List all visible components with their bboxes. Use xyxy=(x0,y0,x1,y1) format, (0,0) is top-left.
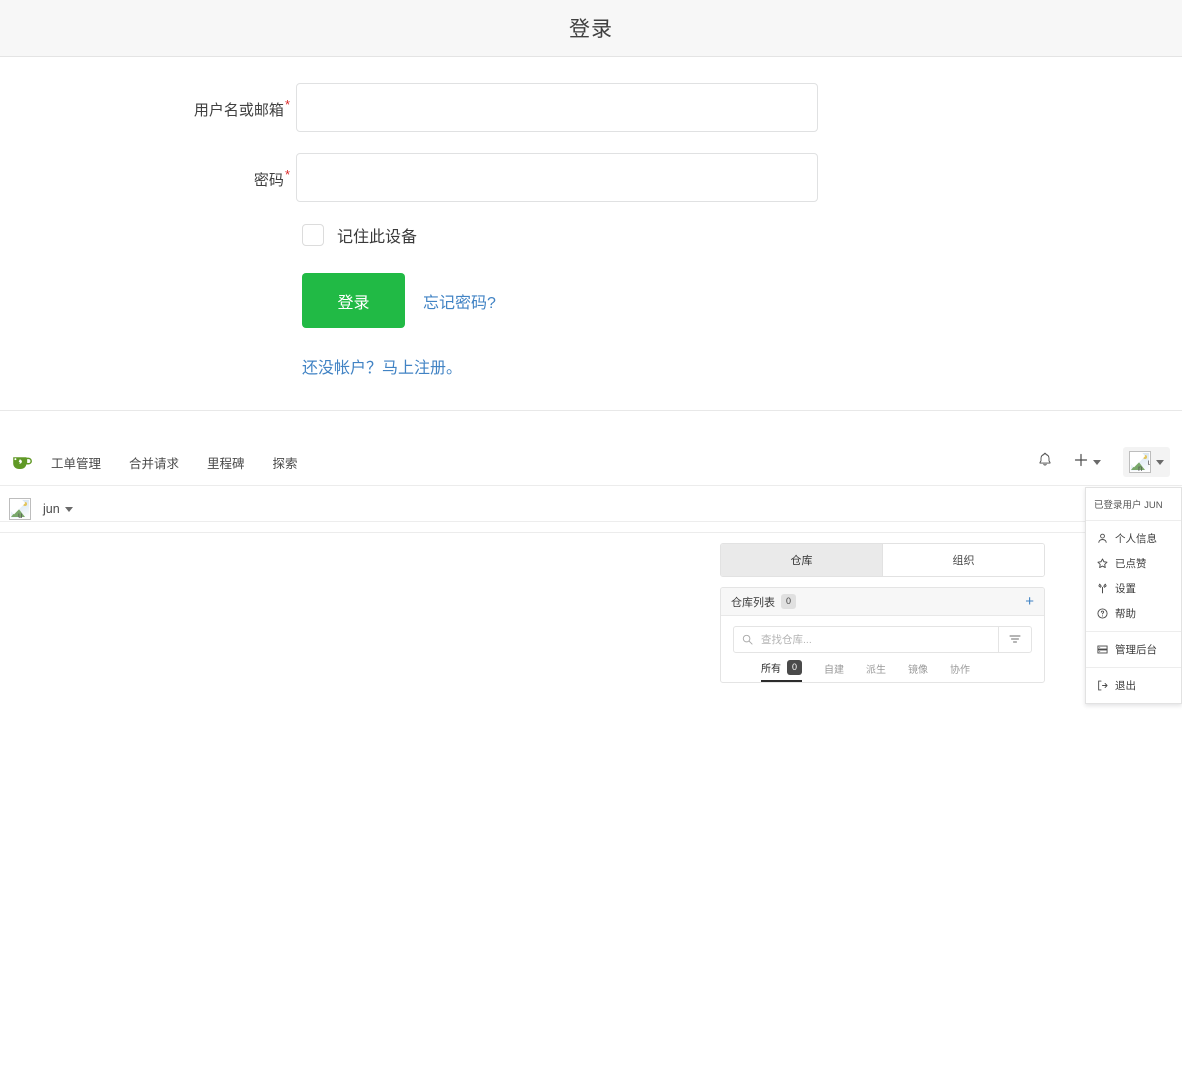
login-actions-row: 登录 忘记密码? xyxy=(302,273,1182,328)
search-icon xyxy=(742,634,753,645)
signup-link[interactable]: 还没帐户？马上注册。 xyxy=(302,360,462,377)
chevron-down-icon xyxy=(1093,460,1101,465)
remember-device-row: 记住此设备 xyxy=(302,223,1182,247)
username-field-wrap xyxy=(296,83,818,132)
repository-panel: 仓库 组织 仓库列表 0 + xyxy=(720,543,1045,683)
navbar-right-actions: u n xyxy=(1038,447,1170,477)
avatar-alt-bottom: u xyxy=(18,512,22,520)
tab-organizations[interactable]: 组织 xyxy=(882,544,1044,576)
repository-panel-tabs: 仓库 组织 xyxy=(720,543,1045,577)
bell-icon xyxy=(1038,452,1052,472)
menu-item-profile[interactable]: 个人信息 xyxy=(1086,526,1181,551)
filter-tab-count: 0 xyxy=(787,660,802,675)
filter-icon xyxy=(1009,631,1021,649)
username-input[interactable] xyxy=(296,83,818,132)
navbar-menu: 工单管理 合并请求 里程碑 探索 xyxy=(51,453,298,472)
repository-count-badge: 0 xyxy=(781,594,796,609)
nav-item-pulls[interactable]: 合并请求 xyxy=(129,453,179,472)
username-label: 用户名或邮箱* xyxy=(0,83,296,133)
gitea-app-shell: 工单管理 合并请求 里程碑 探索 xyxy=(0,439,1182,533)
user-menu-group-primary: 个人信息 已点赞 xyxy=(1086,521,1181,632)
login-card-header: 登录 xyxy=(0,0,1182,57)
password-label: 密码* xyxy=(0,153,296,203)
user-dropdown-menu: 已登录用户 JUN 个人信息 xyxy=(1085,487,1182,704)
menu-item-admin[interactable]: 管理后台 xyxy=(1086,637,1181,662)
server-icon xyxy=(1095,644,1109,655)
filter-tab-collaborative[interactable]: 协作 xyxy=(950,661,970,681)
nav-item-explore[interactable]: 探索 xyxy=(273,453,298,472)
menu-item-label: 管理后台 xyxy=(1115,642,1157,657)
create-new-button[interactable] xyxy=(1074,453,1101,472)
login-form: 用户名或邮箱* 密码* 记住此设备 登录 忘记密码? 还没帐户？马上注册。 xyxy=(0,57,1182,410)
signup-row: 还没帐户？马上注册。 xyxy=(302,354,1182,378)
password-field-wrap xyxy=(296,153,818,202)
question-circle-icon xyxy=(1095,608,1109,619)
avatar-alt-top: j xyxy=(30,506,31,514)
password-required-mark: * xyxy=(285,167,290,182)
menu-item-starred[interactable]: 已点赞 xyxy=(1086,551,1181,576)
filter-tab-all[interactable]: 所有 0 xyxy=(761,660,802,682)
filter-tab-mirrors[interactable]: 镜像 xyxy=(908,661,928,681)
forgot-password-link[interactable]: 忘记密码? xyxy=(423,289,496,313)
repository-search-input[interactable] xyxy=(759,633,990,647)
user-icon xyxy=(1095,533,1109,544)
username-required-mark: * xyxy=(285,97,290,112)
menu-item-label: 退出 xyxy=(1115,678,1136,693)
menu-item-label: 帮助 xyxy=(1115,606,1136,621)
avatar-alt-top: u xyxy=(1148,459,1151,467)
username-label-text: 用户名或邮箱 xyxy=(194,102,284,119)
repository-filter-tabs: 所有 0 自建 派生 镜像 协作 xyxy=(733,653,1032,682)
context-subnav: j u jun xyxy=(0,486,1182,533)
repository-list-header: 仓库列表 0 + xyxy=(721,588,1044,616)
filter-tab-label: 所有 xyxy=(761,660,781,675)
filter-tab-own[interactable]: 自建 xyxy=(824,661,844,681)
avatar-alt-bottom: n xyxy=(1138,465,1142,473)
user-menu-group-signout: 退出 xyxy=(1086,668,1181,703)
context-user-switcher[interactable]: j u jun xyxy=(9,498,73,520)
nav-item-milestones[interactable]: 里程碑 xyxy=(207,453,245,472)
user-avatar-button[interactable]: u n xyxy=(1123,447,1170,477)
repository-list-title: 仓库列表 xyxy=(731,594,775,610)
page-title: 登录 xyxy=(569,13,613,43)
login-submit-button[interactable]: 登录 xyxy=(302,273,405,328)
star-icon xyxy=(1095,558,1109,569)
avatar: j u xyxy=(9,498,31,520)
menu-item-signout[interactable]: 退出 xyxy=(1086,673,1181,698)
repository-list-card: 仓库列表 0 + xyxy=(720,587,1045,683)
login-card: 登录 用户名或邮箱* 密码* 记住此设备 登录 忘记密码? 还没帐户？马上注册。 xyxy=(0,0,1182,411)
remember-device-label[interactable]: 记住此设备 xyxy=(337,223,417,247)
menu-item-help[interactable]: 帮助 xyxy=(1086,601,1181,626)
password-input[interactable] xyxy=(296,153,818,202)
menu-item-label: 设置 xyxy=(1115,581,1136,596)
avatar: u n xyxy=(1129,451,1151,473)
main-navbar: 工单管理 合并请求 里程碑 探索 xyxy=(0,439,1182,486)
plus-icon xyxy=(1074,453,1088,472)
password-label-text: 密码 xyxy=(254,172,284,189)
repository-search-wrap xyxy=(733,626,1032,653)
menu-item-label: 个人信息 xyxy=(1115,531,1157,546)
tools-icon xyxy=(1095,583,1109,594)
repository-filter-button[interactable] xyxy=(998,627,1031,652)
repository-search-box[interactable] xyxy=(734,627,998,652)
chevron-down-icon xyxy=(65,507,73,512)
chevron-down-icon xyxy=(1156,460,1164,465)
username-row: 用户名或邮箱* xyxy=(0,83,1182,133)
tab-repositories[interactable]: 仓库 xyxy=(721,544,882,576)
sign-out-icon xyxy=(1095,680,1109,691)
repository-list-body: 所有 0 自建 派生 镜像 协作 xyxy=(721,616,1044,682)
filter-tab-forks[interactable]: 派生 xyxy=(866,661,886,681)
context-user-name: jun xyxy=(43,502,60,516)
user-menu-header: 已登录用户 JUN xyxy=(1086,488,1181,521)
page-bottom-divider xyxy=(0,521,1182,522)
gitea-logo[interactable] xyxy=(9,449,35,475)
nav-item-issues[interactable]: 工单管理 xyxy=(51,453,101,472)
remember-device-checkbox[interactable] xyxy=(302,224,324,246)
notifications-button[interactable] xyxy=(1038,452,1052,472)
menu-item-settings[interactable]: 设置 xyxy=(1086,576,1181,601)
password-row: 密码* xyxy=(0,153,1182,203)
user-menu-group-admin: 管理后台 xyxy=(1086,632,1181,668)
new-repository-button[interactable]: + xyxy=(1025,594,1034,609)
menu-item-label: 已点赞 xyxy=(1115,556,1147,571)
